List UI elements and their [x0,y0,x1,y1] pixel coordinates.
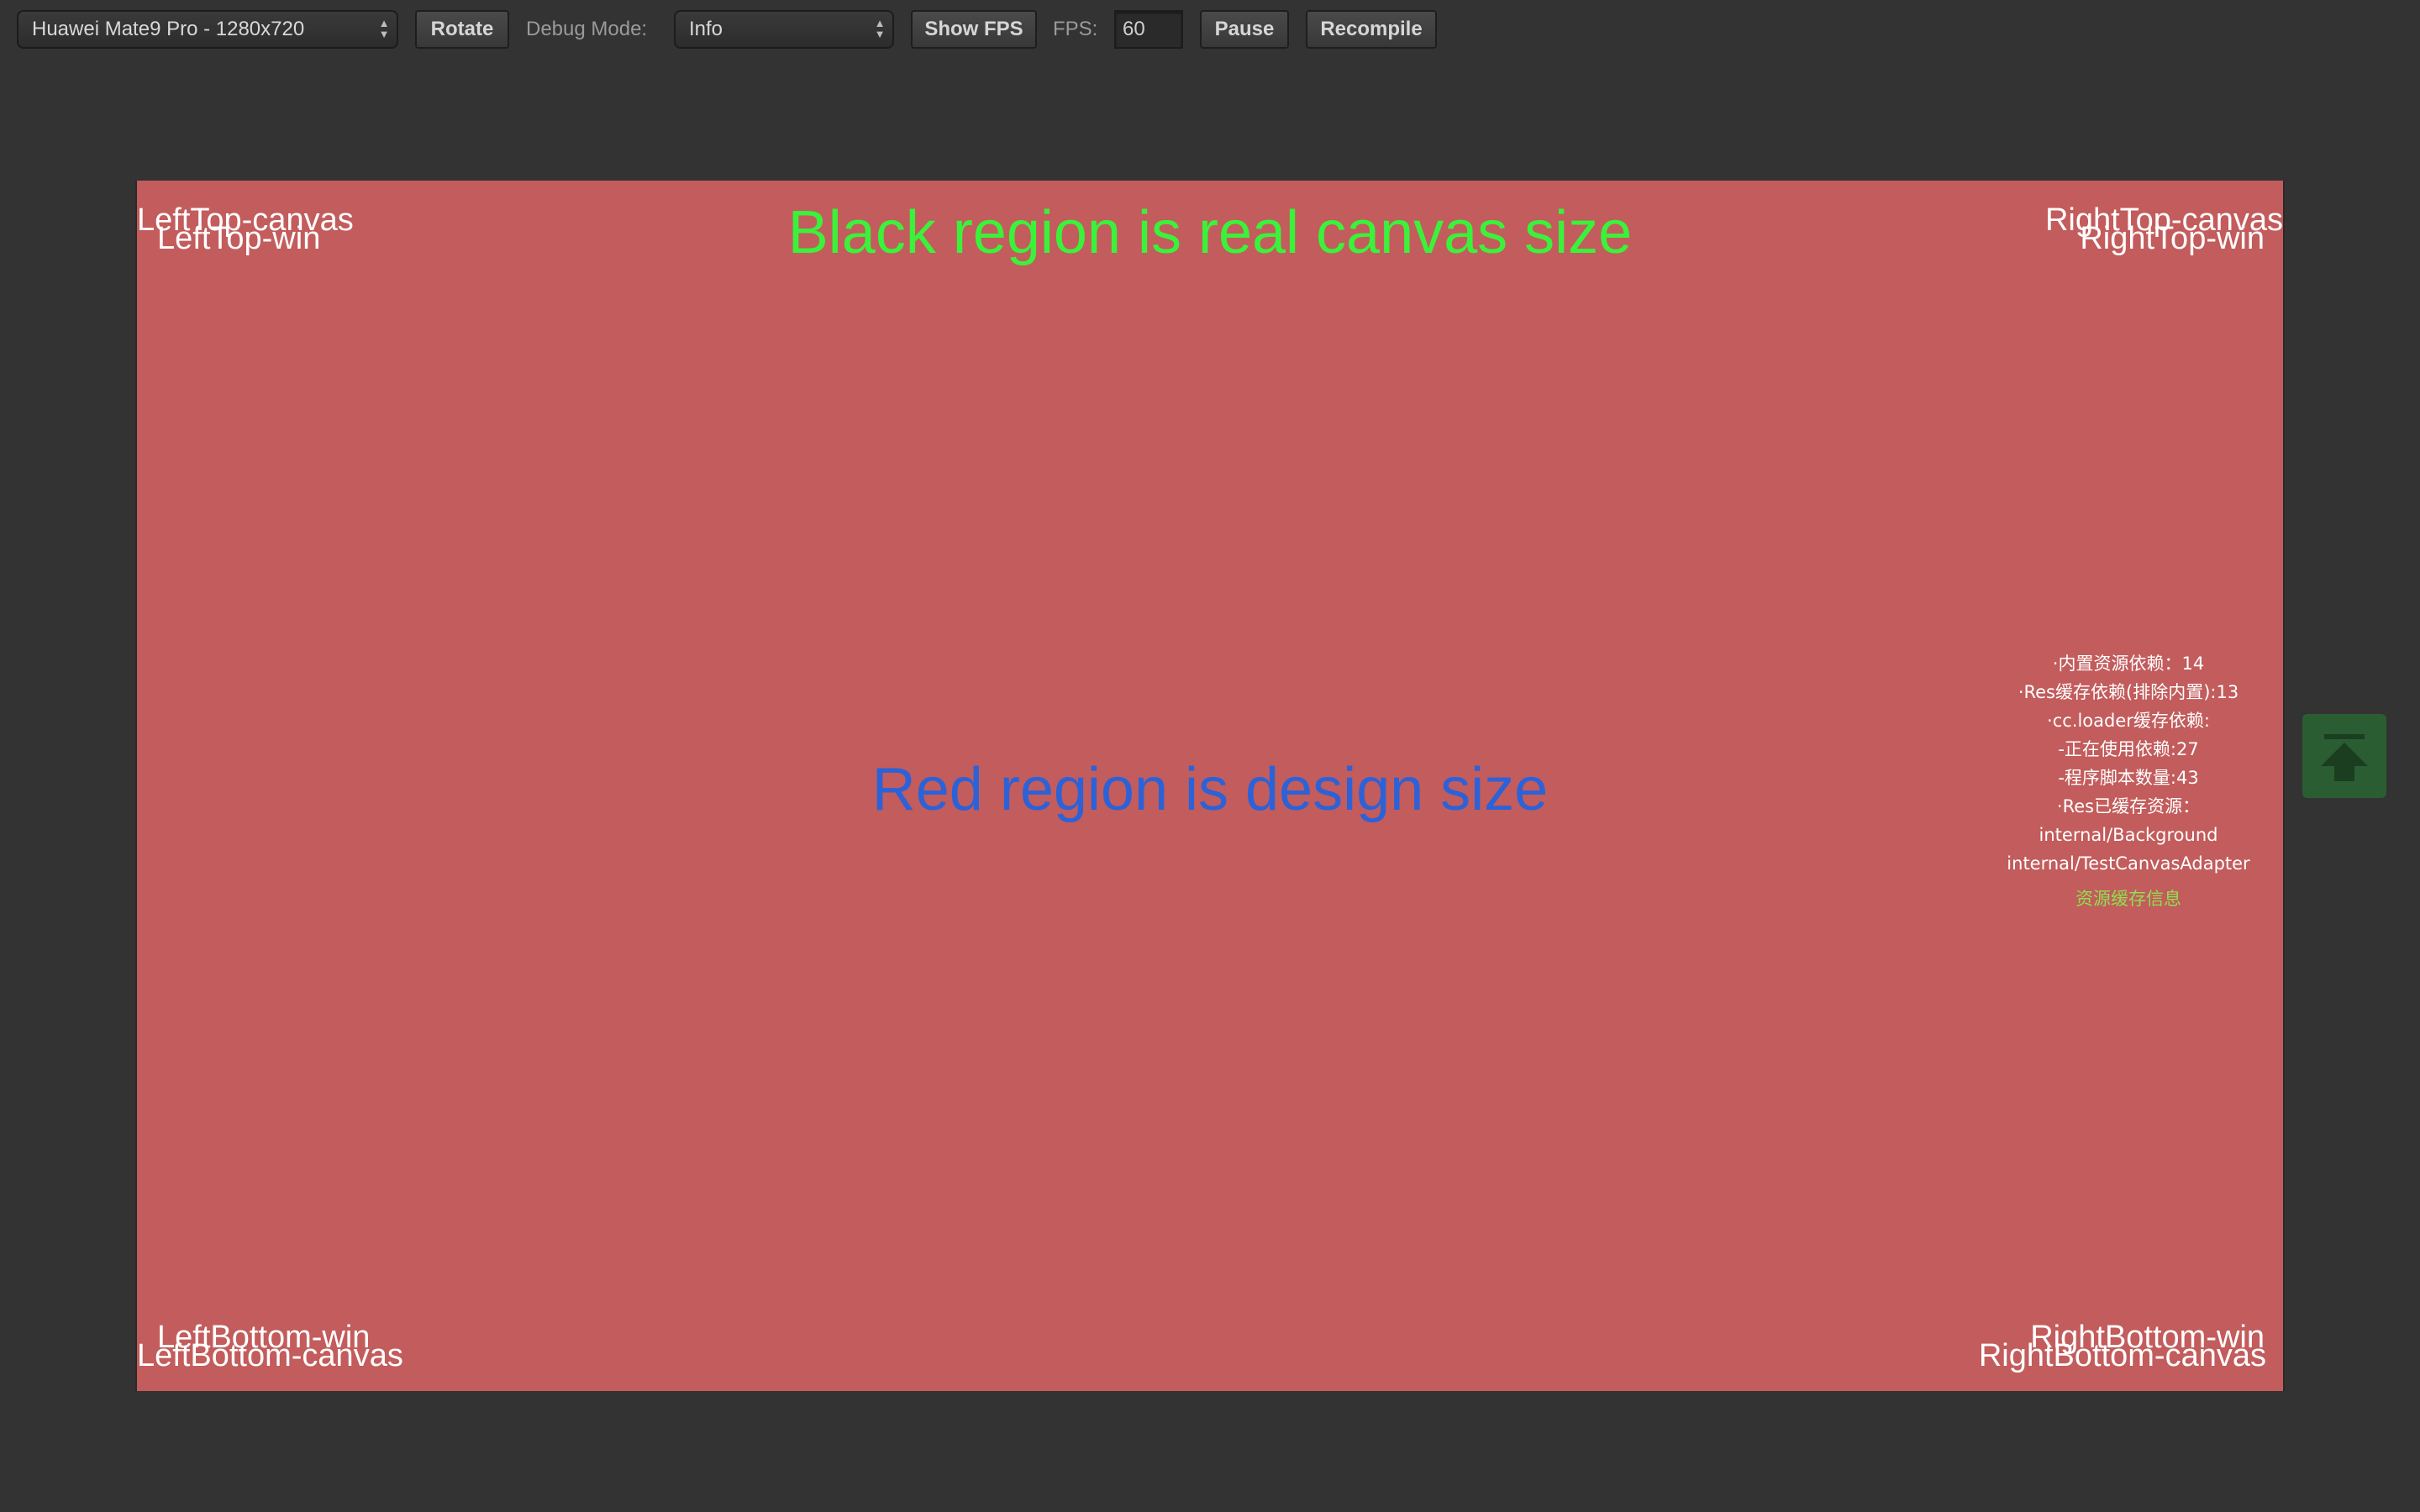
device-select[interactable]: Huawei Mate9 Pro - 1280x720 ▲ ▼ [17,10,398,49]
design-size-title: Red region is design size [871,756,1549,823]
pause-button[interactable]: Pause [1200,10,1289,49]
select-arrows-icon: ▲ ▼ [378,17,390,40]
select-arrows-icon: ▲ ▼ [874,17,886,40]
resource-cache-panel: ·内置资源依赖：14 ·Res缓存依赖(排除内置):13 ·cc.loader缓… [1986,649,2271,915]
cache-info-line: ·Res缓存依赖(排除内置):13 [2018,682,2239,702]
scroll-to-top-button[interactable] [2302,714,2386,798]
rotate-button[interactable]: Rotate [415,10,509,49]
cache-info-line: -程序脚本数量:43 [2058,768,2199,788]
real-canvas-size-title: Black region is real canvas size [787,199,1633,266]
cache-info-line: internal/Background [2039,825,2218,845]
resource-cache-info-link[interactable]: 资源缓存信息 [1986,886,2271,915]
debug-mode-value: Info [689,18,723,40]
debug-mode-label: Debug Mode: [526,18,648,40]
cache-info-line: internal/TestCanvasAdapter [2007,853,2250,874]
corner-label-left-bottom-canvas: LeftBottom-canvas [137,1338,403,1373]
cache-info-line: -正在使用依赖:27 [2058,739,2199,759]
arrow-up-to-top-icon [2321,734,2368,781]
fps-label: FPS: [1053,18,1098,40]
game-canvas[interactable]: LeftTop-canvas LeftTop-win RightTop-canv… [135,181,2285,1391]
fps-input[interactable]: 60 [1114,10,1183,49]
show-fps-button[interactable]: Show FPS [911,10,1037,49]
recompile-button[interactable]: Recompile [1306,10,1437,49]
cache-info-line: ·内置资源依赖：14 [2052,654,2205,674]
cache-info-line: ·Res已缓存资源： [2056,796,2201,816]
toolbar: Huawei Mate9 Pro - 1280x720 ▲ ▼ Rotate De… [0,0,2420,59]
debug-mode-select[interactable]: Info ▲ ▼ [674,10,894,49]
device-select-value: Huawei Mate9 Pro - 1280x720 [32,18,305,40]
cache-info-line: ·cc.loader缓存依赖: [2047,711,2210,731]
corner-label-right-bottom-canvas: RightBottom-canvas [1978,1338,2266,1373]
